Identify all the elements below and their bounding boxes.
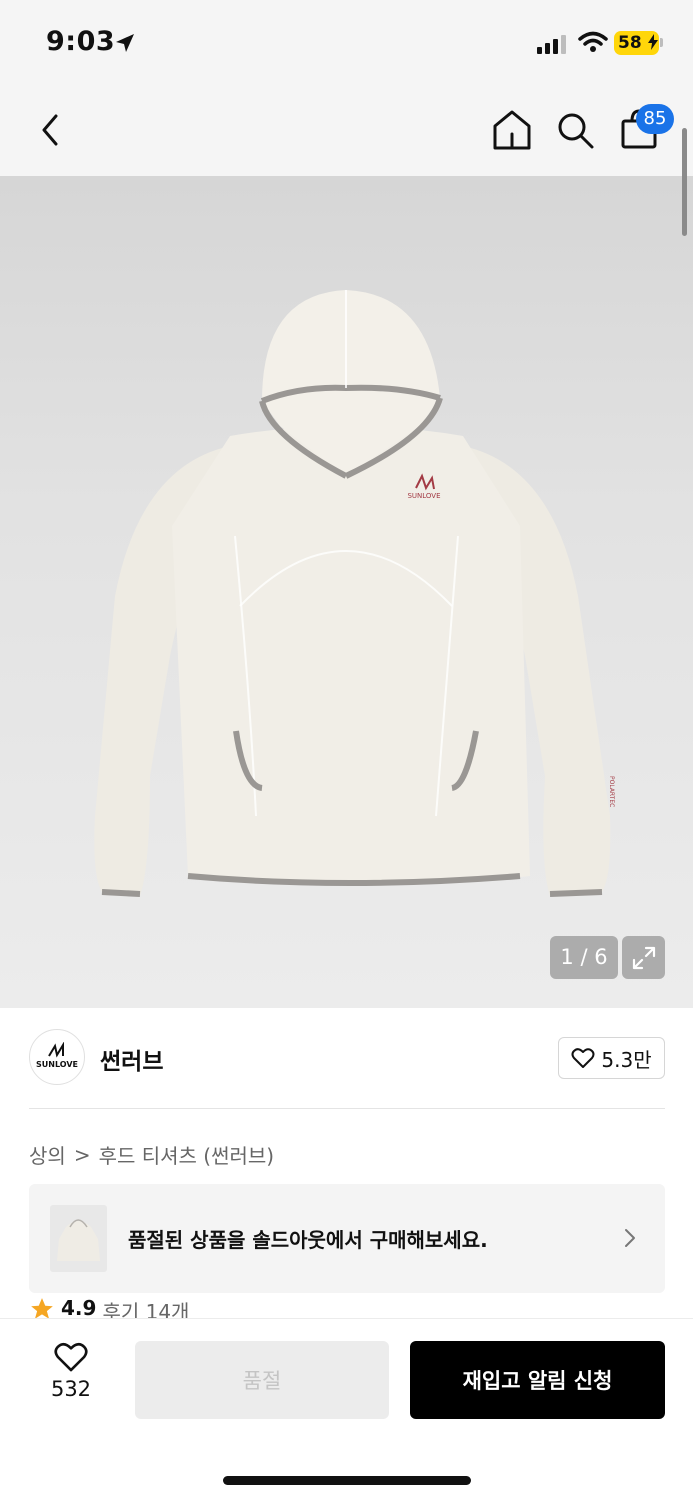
rating-score: 4.9	[61, 1296, 97, 1318]
wifi-icon	[578, 31, 608, 52]
charging-bolt-icon	[647, 34, 658, 50]
bottom-action-bar: 532 품절 재입고 알림 신청	[0, 1318, 693, 1500]
divider	[29, 1108, 665, 1109]
rating-row[interactable]: 4.9 후기 14개	[29, 1296, 189, 1318]
battery-level: 58	[618, 33, 642, 53]
brand-name[interactable]: 썬러브	[100, 1042, 163, 1076]
sleeve-label-text: POLARTEC	[608, 776, 615, 807]
scroll-indicator[interactable]	[682, 128, 687, 236]
breadcrumb-subcategory[interactable]: 후드 티셔츠 (썬러브)	[99, 1140, 275, 1169]
breadcrumb: 상의 > 후드 티셔츠 (썬러브)	[29, 1140, 274, 1169]
search-icon[interactable]	[555, 110, 595, 150]
expand-image-button[interactable]	[622, 936, 665, 979]
heart-icon	[54, 1342, 88, 1372]
top-bar: 9:03 58 85	[0, 0, 693, 176]
back-arrow-icon[interactable]	[36, 110, 64, 150]
chest-logo-text: SUNLOVE	[407, 492, 440, 500]
home-icon[interactable]	[490, 108, 534, 152]
product-image-carousel[interactable]: SUNLOVE POLARTEC	[0, 176, 693, 1008]
home-indicator[interactable]	[223, 1476, 471, 1485]
cart-count-badge[interactable]: 85	[636, 104, 674, 134]
soldout-button[interactable]: 품절	[135, 1341, 389, 1419]
heart-icon	[571, 1048, 595, 1068]
location-arrow-icon	[116, 34, 134, 52]
image-counter: 1 / 6	[550, 936, 618, 979]
chevron-right-icon	[625, 1229, 635, 1247]
soldout-banner[interactable]: 품절된 상품을 솔드아웃에서 구매해보세요.	[29, 1184, 665, 1293]
expand-icon	[632, 946, 655, 969]
brand-logo-mark: SUNLOVE	[36, 1042, 78, 1069]
battery-indicator: 58	[614, 31, 659, 55]
review-count: 후기 14개	[102, 1300, 190, 1318]
brand-logo-text: SUNLOVE	[36, 1060, 78, 1069]
wishlist-count: 532	[50, 1377, 92, 1401]
status-time: 9:03	[46, 26, 116, 57]
soldout-banner-text: 품절된 상품을 솔드아웃에서 구매해보세요.	[128, 1228, 488, 1252]
breadcrumb-category[interactable]: 상의	[29, 1140, 66, 1169]
brand-logo[interactable]: SUNLOVE	[29, 1029, 85, 1085]
hoodie-product-image: SUNLOVE POLARTEC	[94, 290, 615, 897]
cellular-signal-icon	[537, 34, 566, 54]
restock-alert-button[interactable]: 재입고 알림 신청	[410, 1341, 665, 1419]
battery-tip	[660, 38, 663, 47]
star-icon	[31, 1298, 53, 1318]
soldout-thumbnail	[50, 1205, 107, 1272]
brand-like-button[interactable]: 5.3만	[558, 1037, 665, 1079]
wishlist-button[interactable]: 532	[36, 1341, 106, 1421]
brand-like-count: 5.3만	[601, 1047, 652, 1072]
breadcrumb-separator: >	[73, 1142, 91, 1167]
